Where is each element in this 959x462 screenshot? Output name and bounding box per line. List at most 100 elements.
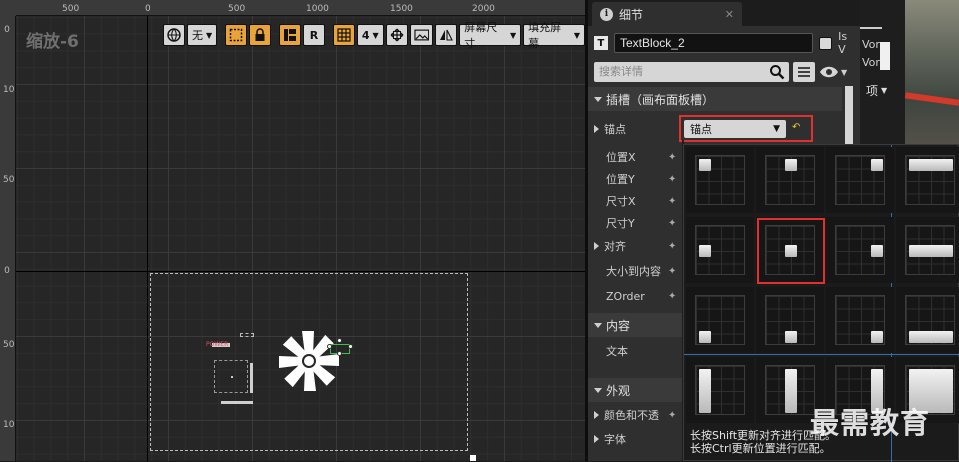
r-label: R	[309, 28, 319, 42]
anchor-preset-top-right[interactable]	[826, 147, 894, 213]
grid-icon	[337, 28, 351, 42]
prop-size-y-label: 尺寸Y	[606, 217, 635, 230]
section-appearance-label: 外观	[606, 383, 631, 398]
prop-color-opacity[interactable]: 颜色和不透 ✦	[588, 404, 682, 426]
anchor-preset-marker	[871, 331, 883, 343]
anchor-preset-bottom-stretch[interactable]	[896, 287, 959, 353]
tab-details[interactable]: i 细节 ✕	[592, 2, 742, 26]
reset-arrow-icon[interactable]: ↶	[792, 122, 804, 135]
widget-name-input[interactable]: TextBlock_2	[613, 33, 814, 53]
screen-size-dropdown[interactable]: 屏幕尺寸 ▼	[459, 21, 522, 50]
anchor-preset-marker	[699, 245, 711, 257]
pin-icon[interactable]: ✦	[668, 218, 676, 229]
pin-icon[interactable]: ✦	[668, 241, 676, 252]
resize-handle[interactable]	[337, 351, 342, 356]
ruler-top-label: 500	[228, 4, 246, 14]
anchor-preset-bottom-center[interactable]	[756, 287, 824, 353]
prop-size-x[interactable]: 尺寸X ✦	[588, 190, 682, 212]
resize-handle[interactable]	[327, 344, 332, 349]
prop-anchor[interactable]: 锚点	[588, 118, 682, 140]
layout-icon	[283, 29, 296, 41]
ruler-left-label: 1000	[3, 420, 15, 430]
is-variable-checkbox[interactable]	[819, 36, 833, 50]
widget-vertical-bar[interactable]	[250, 363, 253, 393]
power-label[interactable]: POWER	[206, 341, 228, 348]
designer-toolbar: 无 ▼ R 4 ▼ 屏幕尺寸 ▼ 填充屏幕 ▼	[163, 21, 585, 50]
anchor-preset-marker	[871, 245, 883, 257]
resize-handle[interactable]	[348, 344, 353, 349]
scrollbar[interactable]	[845, 86, 853, 144]
anchor-preset-frame	[695, 155, 745, 205]
prop-zorder[interactable]: ZOrder ✦	[588, 285, 682, 307]
ruler-left-label: 0	[4, 25, 10, 35]
resize-handle[interactable]	[337, 338, 342, 343]
ruler-left-label: 0	[4, 266, 10, 276]
grid-snap-value-dropdown[interactable]: 4 ▼	[356, 24, 384, 46]
transform-mode-button[interactable]	[385, 24, 408, 46]
anchor-preset-middle-left[interactable]	[686, 217, 754, 283]
side-menu-button[interactable]: 项 ▼	[866, 82, 887, 99]
section-slot[interactable]: 插槽（画布面板槽）	[588, 87, 842, 111]
list-icon	[798, 67, 810, 77]
property-matrix-button[interactable]	[793, 62, 815, 82]
pin-icon[interactable]: ✦	[668, 291, 676, 302]
scrollbar[interactable]	[880, 42, 890, 70]
prop-anchor-label: 锚点	[604, 123, 626, 136]
chevron-down-icon: ▼	[206, 30, 213, 40]
anchor-preset-bottom-right[interactable]	[826, 287, 894, 353]
section-content[interactable]: 内容	[588, 313, 682, 337]
anchor-preset-marker	[871, 159, 883, 171]
anchor-preset-marker	[699, 369, 711, 413]
ruler-top: 500 0 500 1000 1500 2000	[16, 0, 585, 16]
pin-icon[interactable]: ✦	[668, 266, 676, 277]
prop-size-y[interactable]: 尺寸Y ✦	[588, 212, 682, 234]
pin-icon[interactable]: ✦	[668, 410, 676, 421]
fan-icon[interactable]	[277, 329, 341, 393]
anchor-preset-frame	[905, 155, 955, 205]
locale-dropdown[interactable]: 无 ▼	[187, 24, 218, 46]
search-input[interactable]: 搜索详情	[594, 62, 789, 82]
respect-locks-button[interactable]: R	[302, 24, 325, 46]
prop-position-x[interactable]: 位置X ✦	[588, 146, 682, 168]
widget-box[interactable]	[214, 360, 248, 393]
resize-corner[interactable]	[470, 455, 476, 461]
prop-text[interactable]: 文本	[588, 340, 682, 362]
grid-snap-value: 4	[361, 28, 370, 42]
fill-screen-dropdown[interactable]: 填充屏幕 ▼	[523, 21, 585, 50]
anchor-preset-top-left[interactable]	[686, 147, 754, 213]
lock-button[interactable]	[249, 24, 272, 46]
layout-toggle-button[interactable]	[278, 24, 301, 46]
selected-textblock[interactable]	[327, 338, 353, 356]
anchor-preset-frame	[835, 155, 885, 205]
flip-direction-button[interactable]	[435, 24, 458, 46]
section-appearance[interactable]: 外观	[588, 378, 682, 402]
globe-button[interactable]	[163, 24, 185, 46]
pin-icon[interactable]: ✦	[668, 174, 676, 185]
text-widget-icon: T	[594, 36, 608, 50]
anchor-preset-middle-right[interactable]	[826, 217, 894, 283]
prop-position-y[interactable]: 位置Y ✦	[588, 168, 682, 190]
anchor-preset-bottom-left[interactable]	[686, 287, 754, 353]
designer-canvas[interactable]: 500 0 500 1000 1500 2000 0 100 500 0 500…	[0, 0, 585, 461]
side-text: Vor	[862, 38, 880, 51]
selected-anchor-highlight	[757, 218, 825, 284]
prop-font[interactable]: 字体	[588, 428, 682, 450]
outline-toggle-button[interactable]	[225, 24, 248, 46]
close-icon[interactable]: ✕	[725, 8, 734, 21]
anchor-preset-top-stretch[interactable]	[896, 147, 959, 213]
widget-placeholder[interactable]	[240, 333, 254, 337]
anchor-preset-top-center[interactable]	[756, 147, 824, 213]
prop-size-to-content[interactable]: 大小到内容 ✦	[588, 260, 682, 282]
anchor-preset-left-stretch[interactable]	[686, 357, 754, 423]
dashed-square-icon	[229, 28, 243, 42]
prop-alignment[interactable]: 对齐 ✦	[588, 235, 682, 257]
view-options-button[interactable]: ▼	[819, 65, 847, 79]
grid-snap-toggle[interactable]	[332, 24, 355, 46]
anchor-dropdown[interactable]: 锚点 ▼	[684, 120, 786, 138]
pin-icon[interactable]: ✦	[668, 196, 676, 207]
preview-background-button[interactable]	[409, 24, 434, 46]
widget-horizontal-bar[interactable]	[221, 401, 253, 404]
anchor-preset-middle-stretch[interactable]	[896, 217, 959, 283]
search-placeholder: 搜索详情	[599, 65, 643, 78]
pin-icon[interactable]: ✦	[668, 152, 676, 163]
